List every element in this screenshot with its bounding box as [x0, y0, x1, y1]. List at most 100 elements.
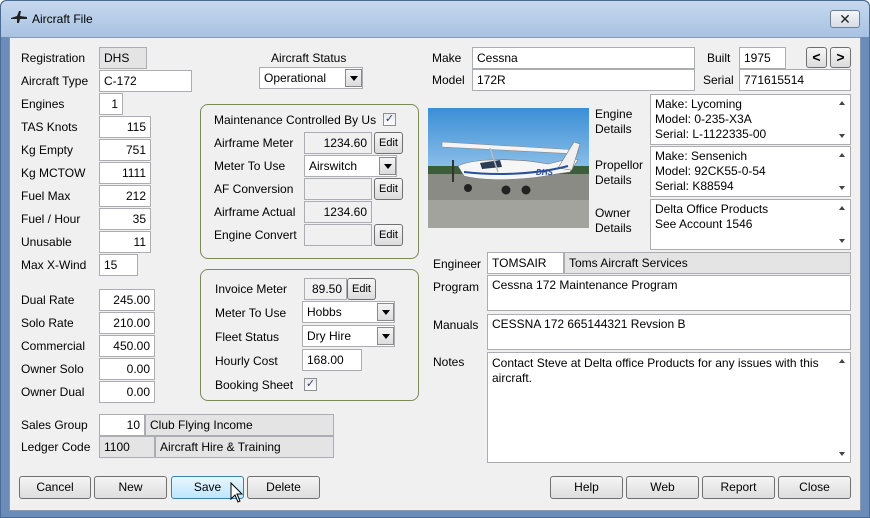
new-button[interactable]: New: [94, 476, 167, 499]
form-client-area: Registration DHS Aircraft Type C-172 Eng…: [9, 37, 861, 511]
title-bar[interactable]: Aircraft File ✕: [1, 1, 869, 37]
propellor-details-label-line2: Details: [595, 173, 632, 187]
engine-details-line: Serial: L-1122335-00: [655, 127, 767, 141]
ledger-code-field[interactable]: 1100: [99, 436, 155, 458]
scroll-down-icon[interactable]: [839, 186, 845, 190]
dual-rate-label: Dual Rate: [21, 293, 75, 307]
aircraft-photo-tail-number: DHS: [536, 168, 554, 177]
serial-label: Serial: [703, 73, 734, 87]
owner-details-scrollbar[interactable]: [836, 200, 850, 249]
sales-group-code-field[interactable]: 10: [99, 414, 145, 436]
owner-dual-field[interactable]: 0.00: [99, 381, 155, 403]
hourly-cost-label: Hourly Cost: [215, 354, 278, 368]
built-field[interactable]: 1975: [739, 47, 786, 69]
kg-mctow-field[interactable]: 1111: [99, 162, 151, 184]
program-text: Cessna 172 Maintenance Program: [492, 278, 678, 292]
manuals-field[interactable]: CESSNA 172 665144321 Revsion B: [487, 314, 851, 350]
owner-details-textarea[interactable]: Delta Office Products See Account 1546: [650, 199, 851, 250]
unusable-label: Unusable: [21, 235, 72, 249]
scroll-up-icon[interactable]: [839, 359, 845, 363]
fuel-max-field[interactable]: 212: [99, 185, 151, 207]
kg-empty-field[interactable]: 751: [99, 139, 151, 161]
aircraft-type-field[interactable]: C-172: [99, 70, 192, 92]
program-field[interactable]: Cessna 172 Maintenance Program: [487, 275, 851, 311]
max-xwind-label: Max X-Wind: [21, 258, 87, 272]
commercial-label: Commercial: [21, 339, 86, 353]
propellor-details-line: Model: 92CK55-0-54: [655, 164, 766, 178]
owner-details-line: See Account 1546: [655, 217, 753, 231]
ledger-name-field: Aircraft Hire & Training: [155, 436, 334, 458]
engine-details-scrollbar[interactable]: [836, 95, 850, 144]
scroll-up-icon[interactable]: [839, 153, 845, 157]
hourly-cost-field[interactable]: 168.00: [302, 349, 362, 371]
scroll-down-icon[interactable]: [839, 134, 845, 138]
meter-to-use-dropdown-icon[interactable]: [379, 157, 396, 175]
engine-convert-edit-button[interactable]: Edit: [374, 224, 403, 246]
aircraft-status-dropdown-icon[interactable]: [345, 69, 362, 87]
fleet-status-dropdown-icon[interactable]: [377, 327, 394, 345]
serial-field[interactable]: 771615514: [739, 69, 851, 91]
invoice-meter-to-use-dropdown-icon[interactable]: [377, 303, 394, 321]
built-label: Built: [707, 51, 731, 65]
scroll-up-icon[interactable]: [839, 101, 845, 105]
delete-button[interactable]: Delete: [247, 476, 320, 499]
engine-details-line: Make: Lycoming: [655, 97, 742, 111]
cancel-button[interactable]: Cancel: [19, 476, 91, 499]
engines-label: Engines: [21, 97, 65, 111]
scroll-up-icon[interactable]: [839, 206, 845, 210]
aircraft-type-label: Aircraft Type: [21, 74, 89, 88]
sales-group-name-field: Club Flying Income: [145, 414, 334, 436]
unusable-field[interactable]: 11: [99, 231, 151, 253]
maintenance-controlled-label: Maintenance Controlled By Us: [214, 113, 377, 127]
tas-knots-field[interactable]: 115: [99, 116, 151, 138]
aircraft-file-window: Aircraft File ✕ Registration DHS Aircraf…: [0, 0, 870, 518]
ledger-code-label: Ledger Code: [21, 440, 91, 454]
web-button[interactable]: Web: [626, 476, 699, 499]
owner-details-label-line1: Owner: [595, 206, 631, 220]
solo-rate-field[interactable]: 210.00: [99, 312, 155, 334]
next-record-button[interactable]: >: [830, 47, 851, 68]
invoice-meter-label: Invoice Meter: [215, 282, 288, 296]
make-field[interactable]: Cessna: [472, 47, 695, 69]
invoice-meter-edit-button[interactable]: Edit: [347, 278, 376, 300]
engine-convert-label: Engine Convert: [214, 228, 297, 242]
propellor-details-line: Serial: K88594: [655, 179, 734, 193]
report-button[interactable]: Report: [702, 476, 775, 499]
previous-record-button[interactable]: <: [806, 47, 827, 68]
af-conversion-field: [304, 178, 372, 200]
notes-label: Notes: [433, 355, 465, 369]
help-button[interactable]: Help: [550, 476, 623, 499]
scroll-down-icon[interactable]: [839, 452, 845, 456]
engine-details-textarea[interactable]: Make: Lycoming Model: 0-235-X3A Serial: …: [650, 94, 851, 145]
scroll-down-icon[interactable]: [839, 239, 845, 243]
engineer-code-field[interactable]: TOMSAIR: [487, 252, 564, 274]
engineer-name-field: Toms Aircraft Services: [564, 252, 851, 274]
engine-details-line: Model: 0-235-X3A: [655, 112, 752, 126]
maintenance-controlled-checkbox[interactable]: ✓: [383, 113, 396, 126]
af-conversion-edit-button[interactable]: Edit: [374, 178, 403, 200]
aircraft-photo: DHS: [428, 108, 589, 228]
window-close-button[interactable]: ✕: [830, 10, 860, 28]
propellor-details-textarea[interactable]: Make: Sensenich Model: 92CK55-0-54 Seria…: [650, 146, 851, 197]
max-xwind-field[interactable]: 15: [99, 254, 138, 276]
notes-text: Contact Steve at Delta office Products f…: [492, 356, 819, 385]
booking-sheet-checkbox[interactable]: ✓: [304, 378, 317, 391]
close-button[interactable]: Close: [778, 476, 851, 499]
owner-solo-field[interactable]: 0.00: [99, 358, 155, 380]
propellor-details-scrollbar[interactable]: [836, 147, 850, 196]
airframe-meter-edit-button[interactable]: Edit: [374, 132, 403, 154]
engine-convert-field: [304, 224, 372, 246]
owner-details-line: Delta Office Products: [655, 202, 769, 216]
fuel-hour-field[interactable]: 35: [99, 208, 151, 230]
registration-field[interactable]: DHS: [99, 47, 147, 69]
notes-scrollbar[interactable]: [836, 353, 850, 462]
aircraft-photo-image: DHS: [428, 108, 589, 228]
model-field[interactable]: 172R: [472, 69, 695, 91]
booking-sheet-label: Booking Sheet: [215, 378, 294, 392]
engines-field[interactable]: 1: [99, 93, 123, 115]
dual-rate-field[interactable]: 245.00: [99, 289, 155, 311]
owner-dual-label: Owner Dual: [21, 385, 85, 399]
commercial-field[interactable]: 450.00: [99, 335, 155, 357]
notes-textarea[interactable]: Contact Steve at Delta office Products f…: [487, 352, 851, 463]
owner-details-label-line2: Details: [595, 221, 632, 235]
